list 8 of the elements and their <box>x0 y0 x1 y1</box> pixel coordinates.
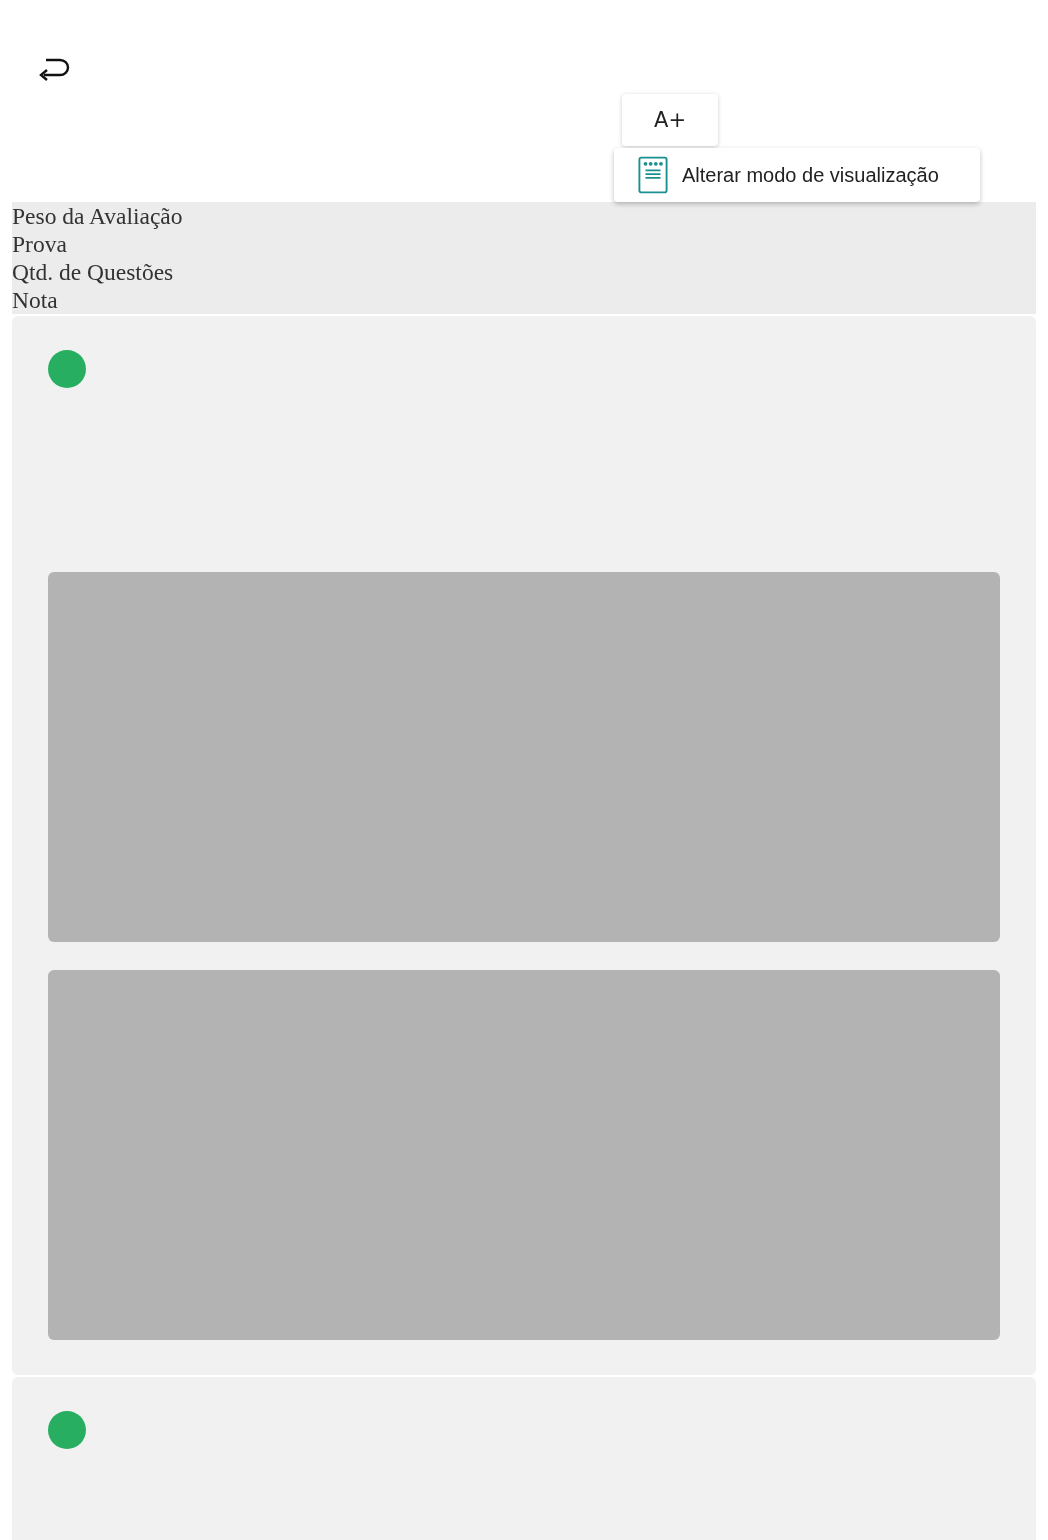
back-icon[interactable] <box>38 56 72 82</box>
document-icon <box>638 156 668 194</box>
view-mode-button[interactable]: Alterar modo de visualização <box>614 148 980 202</box>
header-label: Nota <box>12 286 59 314</box>
header-label: Qtd. de Questões <box>12 258 175 286</box>
header-label: Prova <box>12 230 68 258</box>
header-label: Peso da Avaliação <box>12 202 184 230</box>
font-size-button[interactable]: A+ <box>622 94 718 146</box>
